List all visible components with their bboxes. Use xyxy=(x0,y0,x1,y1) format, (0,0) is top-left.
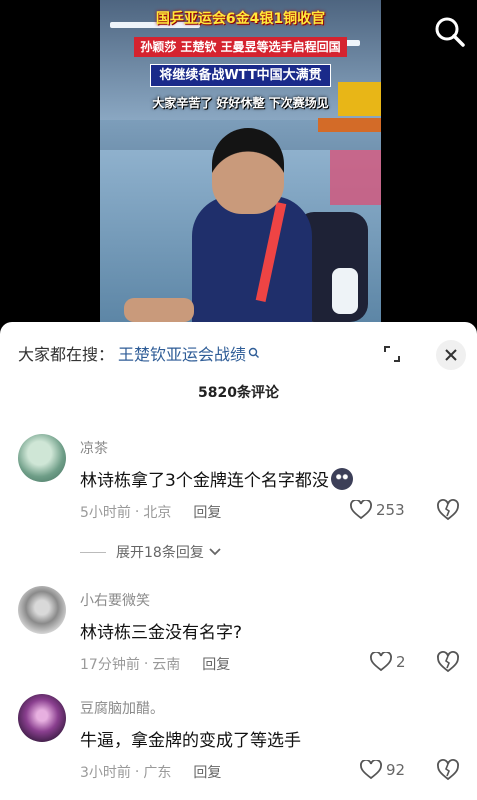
dislike-button[interactable] xyxy=(436,498,460,522)
reply-button[interactable]: 回复 xyxy=(193,502,221,522)
comment-username[interactable]: 豆腐脑加醋。 xyxy=(80,698,164,718)
avatar[interactable] xyxy=(18,694,66,742)
comment-location: 北京 xyxy=(143,505,172,521)
avatar[interactable] xyxy=(18,586,66,634)
chevron-down-icon xyxy=(209,548,221,556)
person-hand xyxy=(124,298,194,322)
comment-text: 牛逼，拿金牌的变成了等选手 xyxy=(80,731,301,751)
video-caption-title: 国乒亚运会6金4银1铜收官 xyxy=(155,11,326,27)
broken-heart-icon xyxy=(437,759,459,781)
airport-sign xyxy=(318,118,381,132)
expand-replies-button[interactable]: 展开18条回复 xyxy=(80,542,222,562)
video-caption-footer: 大家辛苦了 好好休整 下次赛场见 xyxy=(152,96,329,110)
like-count: 2 xyxy=(396,653,406,671)
reply-button[interactable]: 回复 xyxy=(193,762,221,782)
comment-meta: 5小时前 · 北京 回复 xyxy=(80,502,221,522)
hot-search-prefix: 大家都在搜： xyxy=(18,345,115,364)
meta-separator: · xyxy=(134,504,140,520)
heart-icon xyxy=(350,500,372,520)
video-caption-subtitle-text: 孙颖莎 王楚钦 王曼昱等选手启程回国 xyxy=(134,37,347,57)
video-player[interactable]: 国乒亚运会6金4银1铜收官 孙颖莎 王楚钦 王曼昱等选手启程回国 将继续备战WT… xyxy=(0,0,477,322)
video-caption-highlight: 将继续备战WTT中国大满贯 xyxy=(100,64,381,87)
meta-separator: · xyxy=(143,656,149,672)
comment-time: 5小时前 xyxy=(80,505,131,521)
comment-time: 3小时前 xyxy=(80,765,131,781)
comment-location: 广东 xyxy=(143,765,172,781)
hot-search-term[interactable]: 王楚钦亚运会战绩 xyxy=(118,341,246,365)
reply-button[interactable]: 回复 xyxy=(202,654,230,674)
emoji-face-icon xyxy=(330,467,353,490)
close-button[interactable] xyxy=(436,340,466,370)
heart-icon xyxy=(360,760,382,780)
divider xyxy=(80,551,106,553)
video-frame[interactable]: 国乒亚运会6金4银1铜收官 孙颖莎 王楚钦 王曼昱等选手启程回国 将继续备战WT… xyxy=(100,0,381,322)
like-button[interactable]: 253 xyxy=(350,500,405,520)
expand-replies-label: 展开18条回复 xyxy=(116,545,204,561)
hot-search-bar[interactable]: 大家都在搜： 王楚钦亚运会战绩 xyxy=(18,340,260,366)
video-screen xyxy=(330,150,381,205)
comment-count: 5820条评论 xyxy=(198,385,279,401)
collapse-icon xyxy=(384,346,400,362)
like-count: 253 xyxy=(376,501,405,519)
video-caption-highlight-text: 将继续备战WTT中国大满贯 xyxy=(150,64,331,87)
dislike-button[interactable] xyxy=(436,758,460,782)
search-icon xyxy=(435,17,465,47)
close-icon xyxy=(445,349,457,361)
comment-username[interactable]: 凉茶 xyxy=(80,438,108,458)
avatar[interactable] xyxy=(18,434,66,482)
search-icon xyxy=(248,347,260,358)
comment-time: 17分钟前 xyxy=(80,657,140,673)
broken-heart-icon xyxy=(437,651,459,673)
like-count: 92 xyxy=(386,761,406,779)
comment-meta: 3小时前 · 广东 回复 xyxy=(80,762,221,782)
video-caption-subtitle: 孙颖莎 王楚钦 王曼昱等选手启程回国 xyxy=(100,37,381,57)
comment-location: 云南 xyxy=(152,657,181,673)
person-head xyxy=(212,128,284,214)
comment-username[interactable]: 小右要微笑 xyxy=(80,590,150,610)
heart-icon xyxy=(370,652,392,672)
like-button[interactable]: 2 xyxy=(370,652,406,672)
comment-meta: 17分钟前 · 云南 回复 xyxy=(80,654,230,674)
comment-text: 林诗栋拿了3个金牌连个名字都没 xyxy=(80,466,353,491)
water-bottle xyxy=(332,268,358,314)
search-button[interactable] xyxy=(432,14,468,50)
person-body xyxy=(192,196,312,322)
collapse-button[interactable] xyxy=(378,340,406,368)
meta-separator: · xyxy=(134,764,140,780)
comment-sheet: 大家都在搜： 王楚钦亚运会战绩 5820条评论 凉茶 林诗栋拿了3个金牌连个名字… xyxy=(0,322,477,800)
comment-text-content: 林诗栋拿了3个金牌连个名字都没 xyxy=(80,471,329,491)
dislike-button[interactable] xyxy=(436,650,460,674)
broken-heart-icon xyxy=(437,499,459,521)
like-button[interactable]: 92 xyxy=(360,760,405,780)
comment-text: 林诗栋三金没有名字? xyxy=(80,623,243,643)
